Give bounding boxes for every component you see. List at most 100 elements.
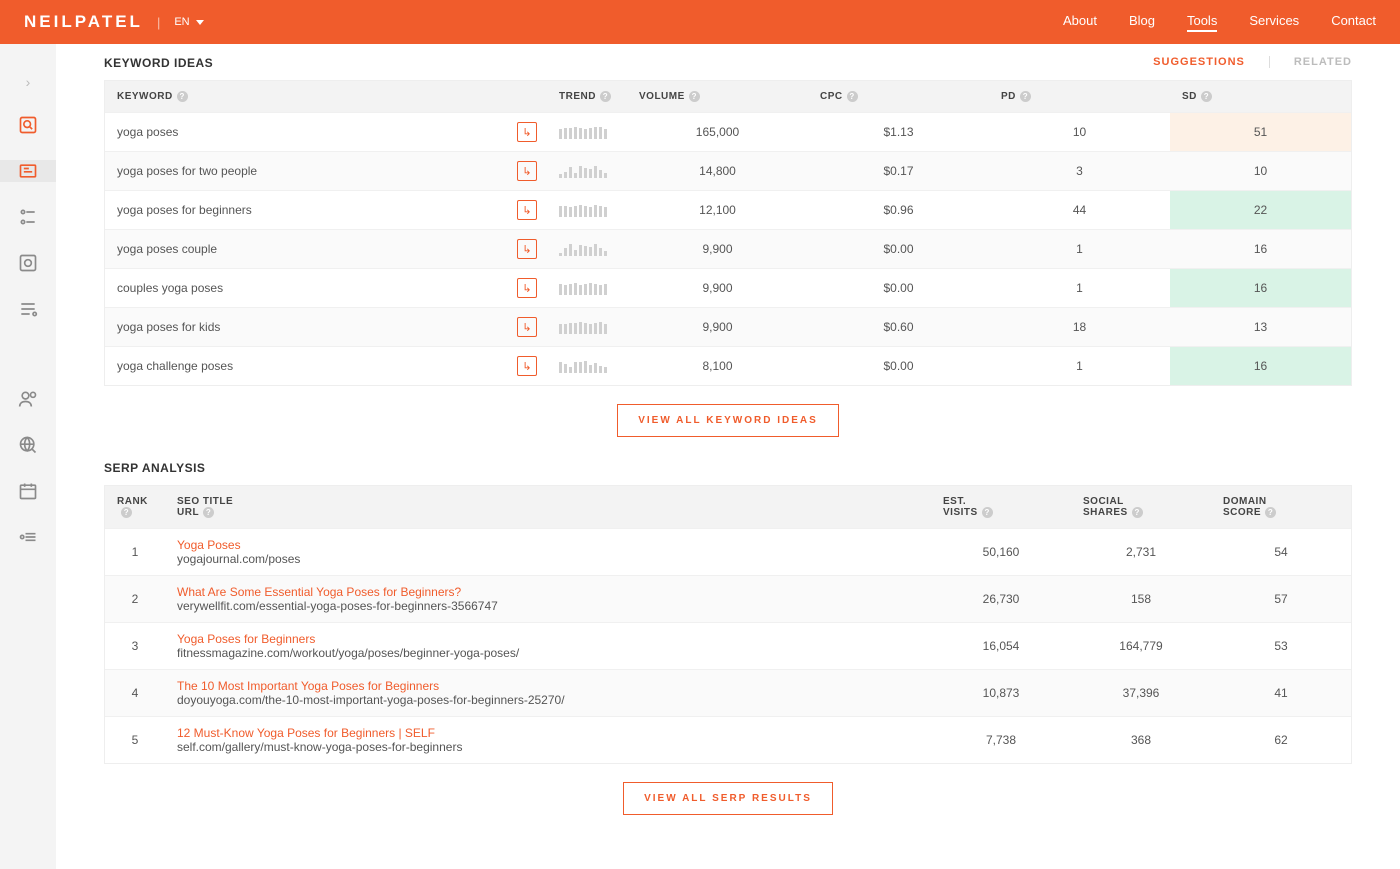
keyword-row[interactable]: yoga poses for beginners ↳ 12,100 $0.96 … [105, 191, 1351, 230]
keyword-ideas-title: KEYWORD IDEAS [104, 56, 1153, 70]
serp-result-url[interactable]: self.com/gallery/must-know-yoga-poses-fo… [177, 740, 919, 754]
serp-result-title[interactable]: The 10 Most Important Yoga Poses for Beg… [177, 679, 919, 693]
th-social-shares[interactable]: SOCIALSHARES? [1071, 486, 1211, 529]
serp-result-title[interactable]: What Are Some Essential Yoga Poses for B… [177, 585, 919, 599]
pd-cell: 3 [989, 152, 1170, 191]
trend-sparkline-icon [559, 357, 607, 373]
sidebar-keyword-ideas-icon[interactable] [0, 160, 56, 182]
th-est-visits[interactable]: EST.VISITS? [931, 486, 1071, 529]
export-icon[interactable]: ↳ [517, 122, 537, 142]
sd-cell: 16 [1170, 269, 1351, 308]
sidebar-calendar-icon[interactable] [17, 480, 39, 502]
trend-sparkline-icon [559, 201, 607, 217]
serp-result-title[interactable]: Yoga Poses for Beginners [177, 632, 919, 646]
export-icon[interactable]: ↳ [517, 317, 537, 337]
info-icon[interactable]: ? [121, 507, 132, 518]
pd-cell: 10 [989, 113, 1170, 152]
volume-cell: 9,900 [627, 230, 808, 269]
trend-cell [547, 308, 627, 347]
sidebar-traffic-icon[interactable] [17, 206, 39, 228]
keyword-ideas-table: KEYWORD? TREND? VOLUME? CPC? PD? SD? yog… [105, 81, 1351, 385]
nav-tools[interactable]: Tools [1187, 13, 1217, 32]
serp-row[interactable]: 3 Yoga Poses for Beginners fitnessmagazi… [105, 623, 1351, 670]
language-selector[interactable]: EN [174, 16, 203, 28]
view-all-keyword-ideas-button[interactable]: VIEW ALL KEYWORD IDEAS [617, 404, 839, 437]
th-volume[interactable]: VOLUME? [627, 81, 808, 113]
serp-result-title[interactable]: 12 Must-Know Yoga Poses for Beginners | … [177, 726, 919, 740]
export-icon[interactable]: ↳ [517, 356, 537, 376]
nav-contact[interactable]: Contact [1331, 13, 1376, 32]
sd-cell: 10 [1170, 152, 1351, 191]
keyword-row[interactable]: couples yoga poses ↳ 9,900 $0.00 1 16 [105, 269, 1351, 308]
nav-about[interactable]: About [1063, 13, 1097, 32]
trend-sparkline-icon [559, 318, 607, 334]
sidebar-globe-icon[interactable] [17, 434, 39, 456]
serp-row[interactable]: 5 12 Must-Know Yoga Poses for Beginners … [105, 717, 1351, 764]
serp-rank-cell: 3 [105, 623, 165, 670]
info-icon[interactable]: ? [1020, 91, 1031, 102]
sidebar-list-icon[interactable] [17, 298, 39, 320]
serp-score-cell: 57 [1211, 576, 1351, 623]
th-cpc[interactable]: CPC? [808, 81, 989, 113]
serp-shares-cell: 2,731 [1071, 529, 1211, 576]
keyword-cell: couples yoga poses [105, 269, 505, 308]
th-keyword[interactable]: KEYWORD? [105, 81, 505, 113]
sd-cell: 16 [1170, 347, 1351, 386]
cpc-cell: $0.00 [808, 347, 989, 386]
th-sd[interactable]: SD? [1170, 81, 1351, 113]
sidebar-seo-icon[interactable] [17, 252, 39, 274]
keyword-row[interactable]: yoga poses for kids ↳ 9,900 $0.60 18 13 [105, 308, 1351, 347]
logo[interactable]: NEILPATEL [24, 12, 143, 32]
serp-rank-cell: 2 [105, 576, 165, 623]
serp-result-url[interactable]: verywellfit.com/essential-yoga-poses-for… [177, 599, 919, 613]
nav-blog[interactable]: Blog [1129, 13, 1155, 32]
tab-suggestions[interactable]: SUGGESTIONS [1153, 56, 1245, 68]
keyword-row[interactable]: yoga challenge poses ↳ 8,100 $0.00 1 16 [105, 347, 1351, 386]
serp-visits-cell: 7,738 [931, 717, 1071, 764]
serp-score-cell: 53 [1211, 623, 1351, 670]
keyword-row[interactable]: yoga poses couple ↳ 9,900 $0.00 1 16 [105, 230, 1351, 269]
th-domain-score[interactable]: DOMAINSCORE? [1211, 486, 1351, 529]
info-icon[interactable]: ? [689, 91, 700, 102]
serp-table: RANK? SEO TITLEURL? EST.VISITS? SOCIALSH… [105, 486, 1351, 763]
info-icon[interactable]: ? [1265, 507, 1276, 518]
serp-result-url[interactable]: fitnessmagazine.com/workout/yoga/poses/b… [177, 646, 919, 660]
serp-shares-cell: 368 [1071, 717, 1211, 764]
info-icon[interactable]: ? [847, 91, 858, 102]
th-rank[interactable]: RANK? [105, 486, 165, 529]
th-seo-title-url[interactable]: SEO TITLEURL? [165, 486, 931, 529]
info-icon[interactable]: ? [982, 507, 993, 518]
info-icon[interactable]: ? [600, 91, 611, 102]
sidebar-overview-icon[interactable] [17, 114, 39, 136]
th-trend[interactable]: TREND? [547, 81, 627, 113]
export-icon[interactable]: ↳ [517, 161, 537, 181]
tab-related[interactable]: RELATED [1294, 56, 1352, 68]
serp-row[interactable]: 1 Yoga Poses yogajournal.com/poses 50,16… [105, 529, 1351, 576]
view-all-serp-results-button[interactable]: VIEW ALL SERP RESULTS [623, 782, 833, 815]
serp-score-cell: 54 [1211, 529, 1351, 576]
volume-cell: 12,100 [627, 191, 808, 230]
tab-divider [1269, 56, 1270, 68]
keyword-row[interactable]: yoga poses for two people ↳ 14,800 $0.17… [105, 152, 1351, 191]
info-icon[interactable]: ? [203, 507, 214, 518]
th-pd[interactable]: PD? [989, 81, 1170, 113]
serp-result-url[interactable]: doyouyoga.com/the-10-most-important-yoga… [177, 693, 919, 707]
serp-result-url[interactable]: yogajournal.com/poses [177, 552, 919, 566]
export-icon[interactable]: ↳ [517, 200, 537, 220]
pd-cell: 1 [989, 269, 1170, 308]
sidebar-expand-icon[interactable]: › [26, 68, 31, 90]
keyword-cell: yoga poses for kids [105, 308, 505, 347]
keyword-row[interactable]: yoga poses ↳ 165,000 $1.13 10 51 [105, 113, 1351, 152]
info-icon[interactable]: ? [1201, 91, 1212, 102]
info-icon[interactable]: ? [1132, 507, 1143, 518]
export-icon[interactable]: ↳ [517, 239, 537, 259]
nav-services[interactable]: Services [1249, 13, 1299, 32]
info-icon[interactable]: ? [177, 91, 188, 102]
export-icon[interactable]: ↳ [517, 278, 537, 298]
cpc-cell: $0.96 [808, 191, 989, 230]
sidebar-columns-icon[interactable] [17, 526, 39, 548]
sidebar-people-icon[interactable] [17, 388, 39, 410]
serp-row[interactable]: 2 What Are Some Essential Yoga Poses for… [105, 576, 1351, 623]
serp-result-title[interactable]: Yoga Poses [177, 538, 919, 552]
serp-row[interactable]: 4 The 10 Most Important Yoga Poses for B… [105, 670, 1351, 717]
